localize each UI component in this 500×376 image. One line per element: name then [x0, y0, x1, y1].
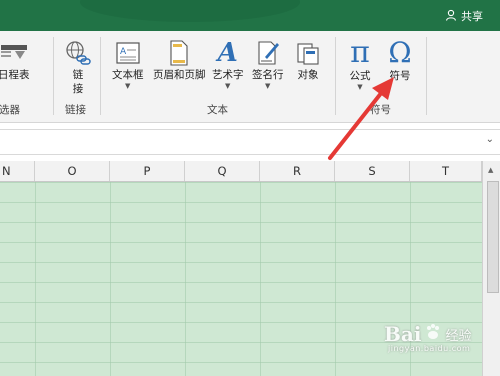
- title-bar-decoration: [80, 0, 300, 22]
- link-label-2: 接: [72, 83, 84, 95]
- group-label-symbols: 符号: [370, 104, 391, 116]
- timeline-button[interactable]: 日程表: [0, 38, 30, 82]
- watermark-brand2: 经验: [445, 328, 472, 344]
- column-header-q[interactable]: Q: [185, 161, 260, 181]
- ribbon-separator: [426, 37, 427, 115]
- textbox-label: 文本框: [112, 69, 144, 81]
- chevron-down-icon: ▼: [265, 82, 271, 90]
- chevron-down-icon: ▼: [125, 82, 131, 90]
- symbol-button[interactable]: Ω 符号: [385, 35, 415, 83]
- group-label-filters: 选器: [0, 104, 20, 116]
- ribbon-separator: [53, 37, 54, 115]
- wordart-glyph: A: [217, 38, 238, 68]
- pi-icon: π: [345, 34, 375, 70]
- signature-label: 签名行: [252, 69, 284, 81]
- watermark-url: jingyan.baidu.com: [388, 344, 471, 353]
- equation-button[interactable]: π 公式 ▼: [345, 34, 375, 92]
- share-label: 共享: [461, 10, 483, 23]
- globe-link-icon: [63, 38, 93, 68]
- timeline-icon: [0, 38, 29, 68]
- watermark-brand: Bai: [384, 322, 422, 346]
- object-button[interactable]: 对象: [293, 38, 323, 82]
- header-footer-button[interactable]: 页眉和页脚: [153, 38, 206, 82]
- baidu-watermark: Bai 经验 jingyan.baidu.com: [384, 322, 472, 353]
- formula-bar[interactable]: ⌄: [0, 129, 500, 155]
- object-label: 对象: [297, 69, 319, 81]
- column-header-r[interactable]: R: [260, 161, 335, 181]
- chevron-down-icon: ▼: [357, 83, 363, 91]
- ribbon-separator: [100, 37, 101, 115]
- signature-icon: [253, 38, 283, 68]
- header-footer-label: 页眉和页脚: [153, 69, 206, 81]
- object-icon: [293, 38, 323, 68]
- header-footer-icon: [164, 38, 194, 68]
- equation-label: 公式: [349, 70, 371, 82]
- wordart-icon: A: [213, 38, 243, 68]
- paw-icon: [424, 323, 442, 345]
- group-label-links: 链接: [65, 104, 86, 116]
- person-icon: [445, 9, 457, 24]
- symbol-glyph: Ω: [388, 35, 412, 69]
- title-bar: 共享: [0, 0, 500, 31]
- chevron-down-icon: ▼: [225, 82, 231, 90]
- column-header-t[interactable]: T: [410, 161, 482, 181]
- wordart-button[interactable]: A 艺术字 ▼: [212, 38, 244, 90]
- timeline-label: 日程表: [0, 69, 30, 81]
- scroll-up-icon[interactable]: ▲: [488, 166, 493, 174]
- textbox-icon: A: [113, 38, 143, 68]
- ribbon-separator: [335, 37, 336, 115]
- signature-line-button[interactable]: 签名行 ▼: [252, 38, 284, 90]
- column-header-n[interactable]: N: [0, 161, 35, 181]
- link-button[interactable]: 链 接: [63, 38, 93, 96]
- vertical-scrollbar[interactable]: ▲: [482, 161, 500, 376]
- column-header-p[interactable]: P: [110, 161, 185, 181]
- symbol-label: 符号: [389, 70, 411, 82]
- scrollbar-thumb[interactable]: [487, 181, 499, 293]
- column-header-s[interactable]: S: [335, 161, 410, 181]
- group-label-text: 文本: [207, 104, 228, 116]
- column-header-o[interactable]: O: [35, 161, 110, 181]
- textbox-button[interactable]: A 文本框 ▼: [112, 38, 144, 90]
- svg-text:A: A: [120, 47, 127, 57]
- chevron-down-icon[interactable]: ⌄: [486, 134, 494, 145]
- share-button[interactable]: 共享: [445, 8, 483, 24]
- omega-icon: Ω: [385, 35, 415, 69]
- equation-glyph: π: [350, 34, 370, 70]
- link-label-1: 链: [72, 69, 84, 81]
- wordart-label: 艺术字: [212, 69, 244, 81]
- column-header-row: N O P Q R S T: [0, 161, 500, 182]
